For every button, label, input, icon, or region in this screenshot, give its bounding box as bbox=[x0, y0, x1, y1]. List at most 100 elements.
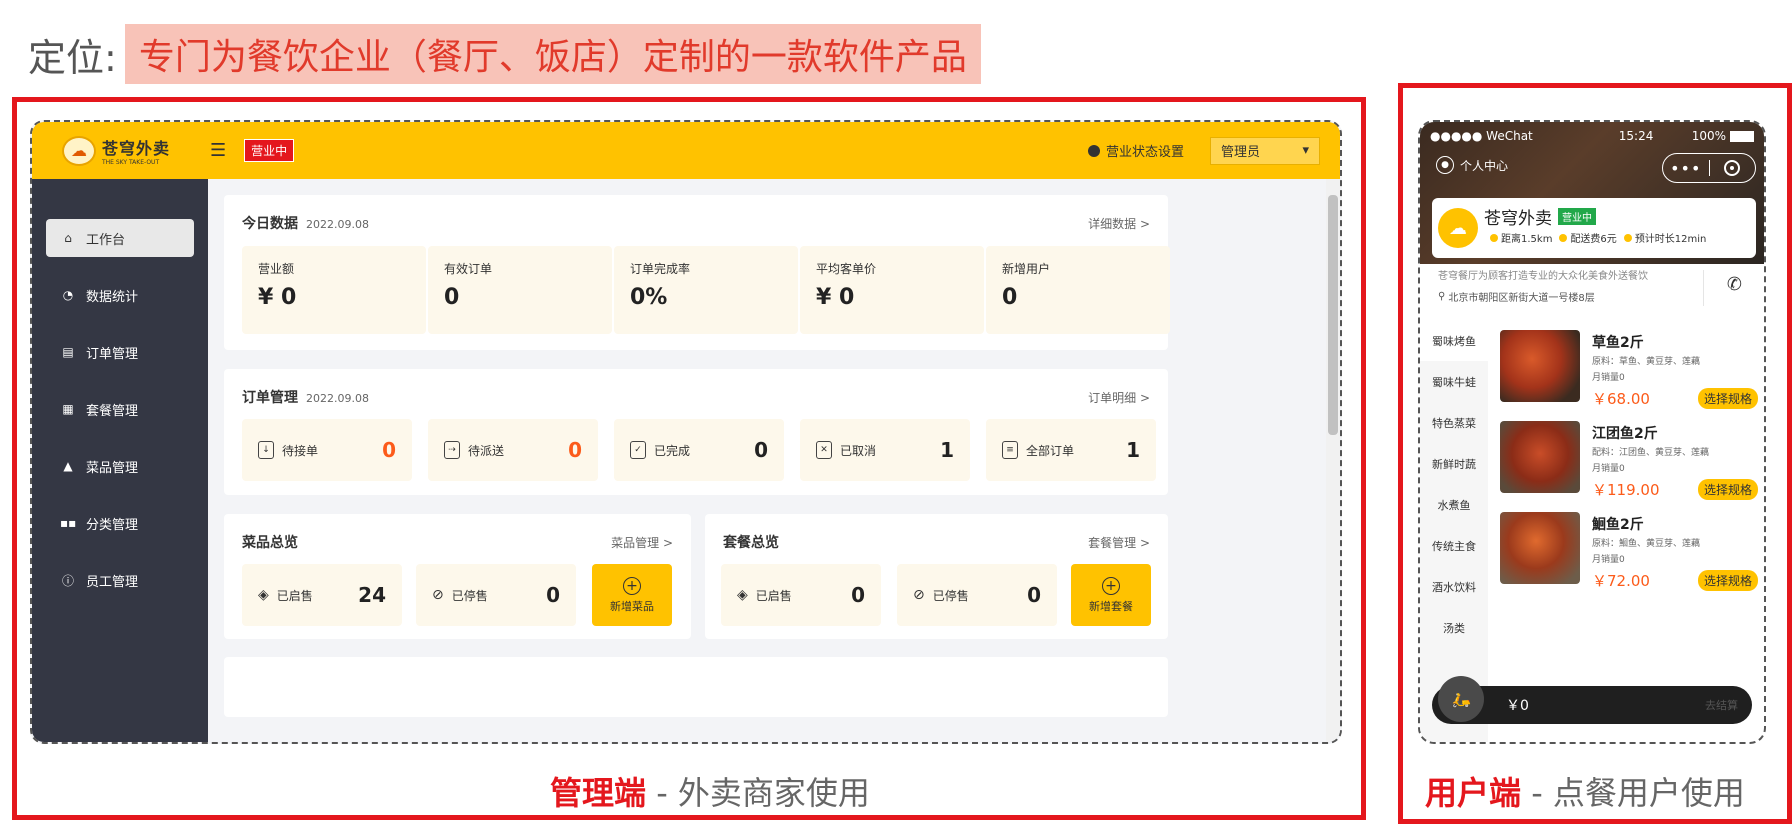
pending-order-icon: ↓ bbox=[258, 441, 274, 459]
plus-icon: + bbox=[1102, 576, 1120, 595]
order-tile-all[interactable]: ≡ 全部订单 1 bbox=[986, 419, 1156, 481]
sidebar-item-label: 分类管理 bbox=[86, 517, 139, 533]
dish-image[interactable] bbox=[1500, 421, 1580, 493]
combo-off-sale-tile[interactable]: ⊘ 已停售 0 bbox=[897, 564, 1057, 626]
scroll-thumb[interactable] bbox=[1328, 195, 1338, 435]
order-tile-completed[interactable]: ✓ 已完成 0 bbox=[614, 419, 784, 481]
dish-management-link[interactable]: 菜品管理 > bbox=[611, 534, 673, 551]
stat-value: 0% bbox=[630, 285, 668, 310]
add-combo-button[interactable]: + 新增套餐 bbox=[1071, 564, 1151, 626]
category-item[interactable]: 酒水饮料 bbox=[1420, 566, 1488, 607]
dish-on-sale-tile[interactable]: ◈ 已启售 24 bbox=[242, 564, 402, 626]
dish-price: ￥119.00 bbox=[1592, 481, 1660, 499]
tag-off-icon: ⊘ bbox=[432, 587, 444, 603]
order-tile-cancelled[interactable]: ✕ 已取消 1 bbox=[800, 419, 970, 481]
business-status-badge: 营业中 bbox=[244, 139, 295, 162]
shop-info-card: ☁ 苍穹外卖 营业中 距离1.5km 配送费6元 预计时长12min bbox=[1432, 198, 1756, 258]
category-item[interactable]: 传统主食 bbox=[1420, 525, 1488, 566]
chart-icon: ◔ bbox=[62, 288, 74, 302]
dish-item: 草鱼2斤 原料：草鱼、黄豆芽、莲藕 月销量0 ￥68.00 选择规格 bbox=[1496, 330, 1764, 421]
combo-management-link[interactable]: 套餐管理 > bbox=[1088, 534, 1150, 551]
combo-overview-card: 套餐总览 套餐管理 > ◈ 已启售 0 ⊘ 已停售 0 + 新增套餐 bbox=[705, 514, 1168, 639]
order-detail-link[interactable]: 订单明细 > bbox=[1088, 389, 1150, 406]
order-tile-to-deliver[interactable]: ⇢ 待派送 0 bbox=[428, 419, 598, 481]
delivery-icon: ⇢ bbox=[444, 441, 460, 459]
category-item[interactable]: 新鲜时蔬 bbox=[1420, 443, 1488, 484]
admin-user-select[interactable]: 管理员 ▾ bbox=[1210, 136, 1320, 165]
profile-center-link[interactable]: ● 个人中心 bbox=[1436, 156, 1508, 174]
home-icon: ⌂ bbox=[64, 231, 72, 245]
clipboard-icon: ▤ bbox=[62, 345, 74, 359]
sidebar-item-label: 订单管理 bbox=[86, 346, 139, 362]
sidebar-item-dishes[interactable]: ▲ 菜品管理 bbox=[46, 447, 194, 485]
stat-label: 营业额 bbox=[258, 262, 295, 276]
stat-value: ¥ 0 bbox=[258, 285, 297, 310]
dish-ingredients: 原料：草鱼、黄豆芽、莲藕 bbox=[1592, 357, 1701, 367]
tile-value: 0 bbox=[546, 583, 560, 607]
sidebar-item-categories[interactable]: ▪▪ 分类管理 bbox=[46, 504, 194, 542]
stat-label: 订单完成率 bbox=[630, 262, 691, 276]
admin-main: 今日数据 2022.09.08 详细数据 > 营业额 ¥ 0 有效订单 0 订单… bbox=[208, 179, 1326, 742]
dish-off-sale-tile[interactable]: ⊘ 已停售 0 bbox=[416, 564, 576, 626]
category-item[interactable]: 蜀味烤鱼 bbox=[1420, 320, 1488, 361]
sidebar-item-employees[interactable]: ⓘ 员工管理 bbox=[46, 561, 194, 599]
add-dish-button[interactable]: + 新增菜品 bbox=[592, 564, 672, 626]
cancelled-order-icon: ✕ bbox=[816, 441, 832, 459]
admin-logo[interactable]: ☁ 苍穹外卖 THE SKY TAKE-OUT bbox=[32, 135, 192, 166]
cart-bar[interactable]: 🛵 ￥0 去结算 bbox=[1432, 676, 1752, 724]
carrier-label: ●●●●● WeChat bbox=[1430, 129, 1533, 143]
info-icon: ⓘ bbox=[61, 573, 74, 588]
menu-toggle-icon[interactable]: ☰ bbox=[210, 140, 226, 161]
dish-image[interactable] bbox=[1500, 512, 1580, 584]
select-spec-button[interactable]: 选择规格 bbox=[1697, 479, 1758, 500]
main-scrollbar[interactable] bbox=[1326, 179, 1340, 742]
mini-program-capsule[interactable]: ••• bbox=[1662, 153, 1756, 183]
combo-on-sale-tile[interactable]: ◈ 已启售 0 bbox=[721, 564, 881, 626]
order-tile-pending[interactable]: ↓ 待接单 0 bbox=[242, 419, 412, 481]
next-card bbox=[224, 657, 1168, 717]
tile-value: 0 bbox=[851, 583, 865, 607]
user-phone-app: ●●●●● WeChat 15:24 100% ● 个人中心 ••• ☁ 苍穹外… bbox=[1418, 120, 1766, 744]
slide-title: 定位: 专门为餐饮企业（餐厅、饭店）定制的一款软件产品 bbox=[28, 24, 981, 84]
dish-image[interactable] bbox=[1500, 330, 1580, 402]
sidebar-item-workbench[interactable]: ⌂ 工作台 bbox=[46, 219, 194, 257]
stat-valid-orders: 有效订单 0 bbox=[428, 246, 612, 334]
cart-total: ￥0 bbox=[1506, 698, 1529, 714]
order-tile-label: 待派送 bbox=[468, 443, 505, 458]
tag-icon: ◈ bbox=[258, 587, 269, 603]
tile-label: 已启售 bbox=[276, 588, 313, 603]
plus-icon: + bbox=[623, 576, 641, 595]
shop-status-badge: 营业中 bbox=[1558, 208, 1596, 225]
category-item[interactable]: 汤类 bbox=[1420, 607, 1488, 648]
order-tile-value: 0 bbox=[754, 438, 768, 462]
dish-name: 鮰鱼2斤 bbox=[1592, 517, 1644, 533]
admin-app: ☁ 苍穹外卖 THE SKY TAKE-OUT ☰ 营业中 营业状态设置 管理员… bbox=[30, 120, 1342, 744]
grid-icon: ▪▪ bbox=[60, 516, 77, 530]
dish-overview-card: 菜品总览 菜品管理 > ◈ 已启售 24 ⊘ 已停售 0 + 新增菜品 bbox=[224, 514, 691, 639]
category-item[interactable]: 蜀味牛蛙 bbox=[1420, 361, 1488, 402]
tile-label: 已停售 bbox=[932, 588, 969, 603]
order-tile-value: 0 bbox=[568, 438, 582, 462]
dish-price: ￥72.00 bbox=[1592, 572, 1650, 590]
phone-call-icon[interactable]: ✆ bbox=[1727, 274, 1742, 295]
close-mini-program-icon[interactable] bbox=[1724, 160, 1741, 176]
select-spec-button[interactable]: 选择规格 bbox=[1697, 570, 1758, 591]
clock-time: 15:24 bbox=[1618, 129, 1654, 143]
more-icon[interactable]: ••• bbox=[1663, 159, 1709, 178]
checkout-button[interactable]: 去结算 bbox=[1705, 697, 1738, 713]
shop-description: 苍穹餐厅为顾客打造专业的大众化美食外送餐饮 bbox=[1438, 271, 1648, 282]
dish-icon: ▲ bbox=[63, 459, 73, 473]
detail-data-link[interactable]: 详细数据 > bbox=[1088, 215, 1150, 232]
category-item[interactable]: 水煮鱼 bbox=[1420, 484, 1488, 525]
sidebar-item-orders[interactable]: ▤ 订单管理 bbox=[46, 333, 194, 371]
business-status-setting-button[interactable]: 营业状态设置 bbox=[1087, 141, 1184, 160]
category-item[interactable]: 特色蒸菜 bbox=[1420, 402, 1488, 443]
phone-status-bar: ●●●●● WeChat 15:24 100% bbox=[1420, 128, 1764, 144]
sidebar-item-statistics[interactable]: ◔ 数据统计 bbox=[46, 276, 194, 314]
sidebar-item-combos[interactable]: ▦ 套餐管理 bbox=[46, 390, 194, 428]
select-spec-button[interactable]: 选择规格 bbox=[1697, 388, 1758, 409]
time-dot-icon bbox=[1623, 233, 1632, 242]
stat-value: ¥ 0 bbox=[816, 285, 855, 310]
cart-icon[interactable]: 🛵 bbox=[1438, 676, 1484, 722]
shop-address: ⚲ 北京市朝阳区新街大道一号楼8层 bbox=[1438, 289, 1595, 304]
